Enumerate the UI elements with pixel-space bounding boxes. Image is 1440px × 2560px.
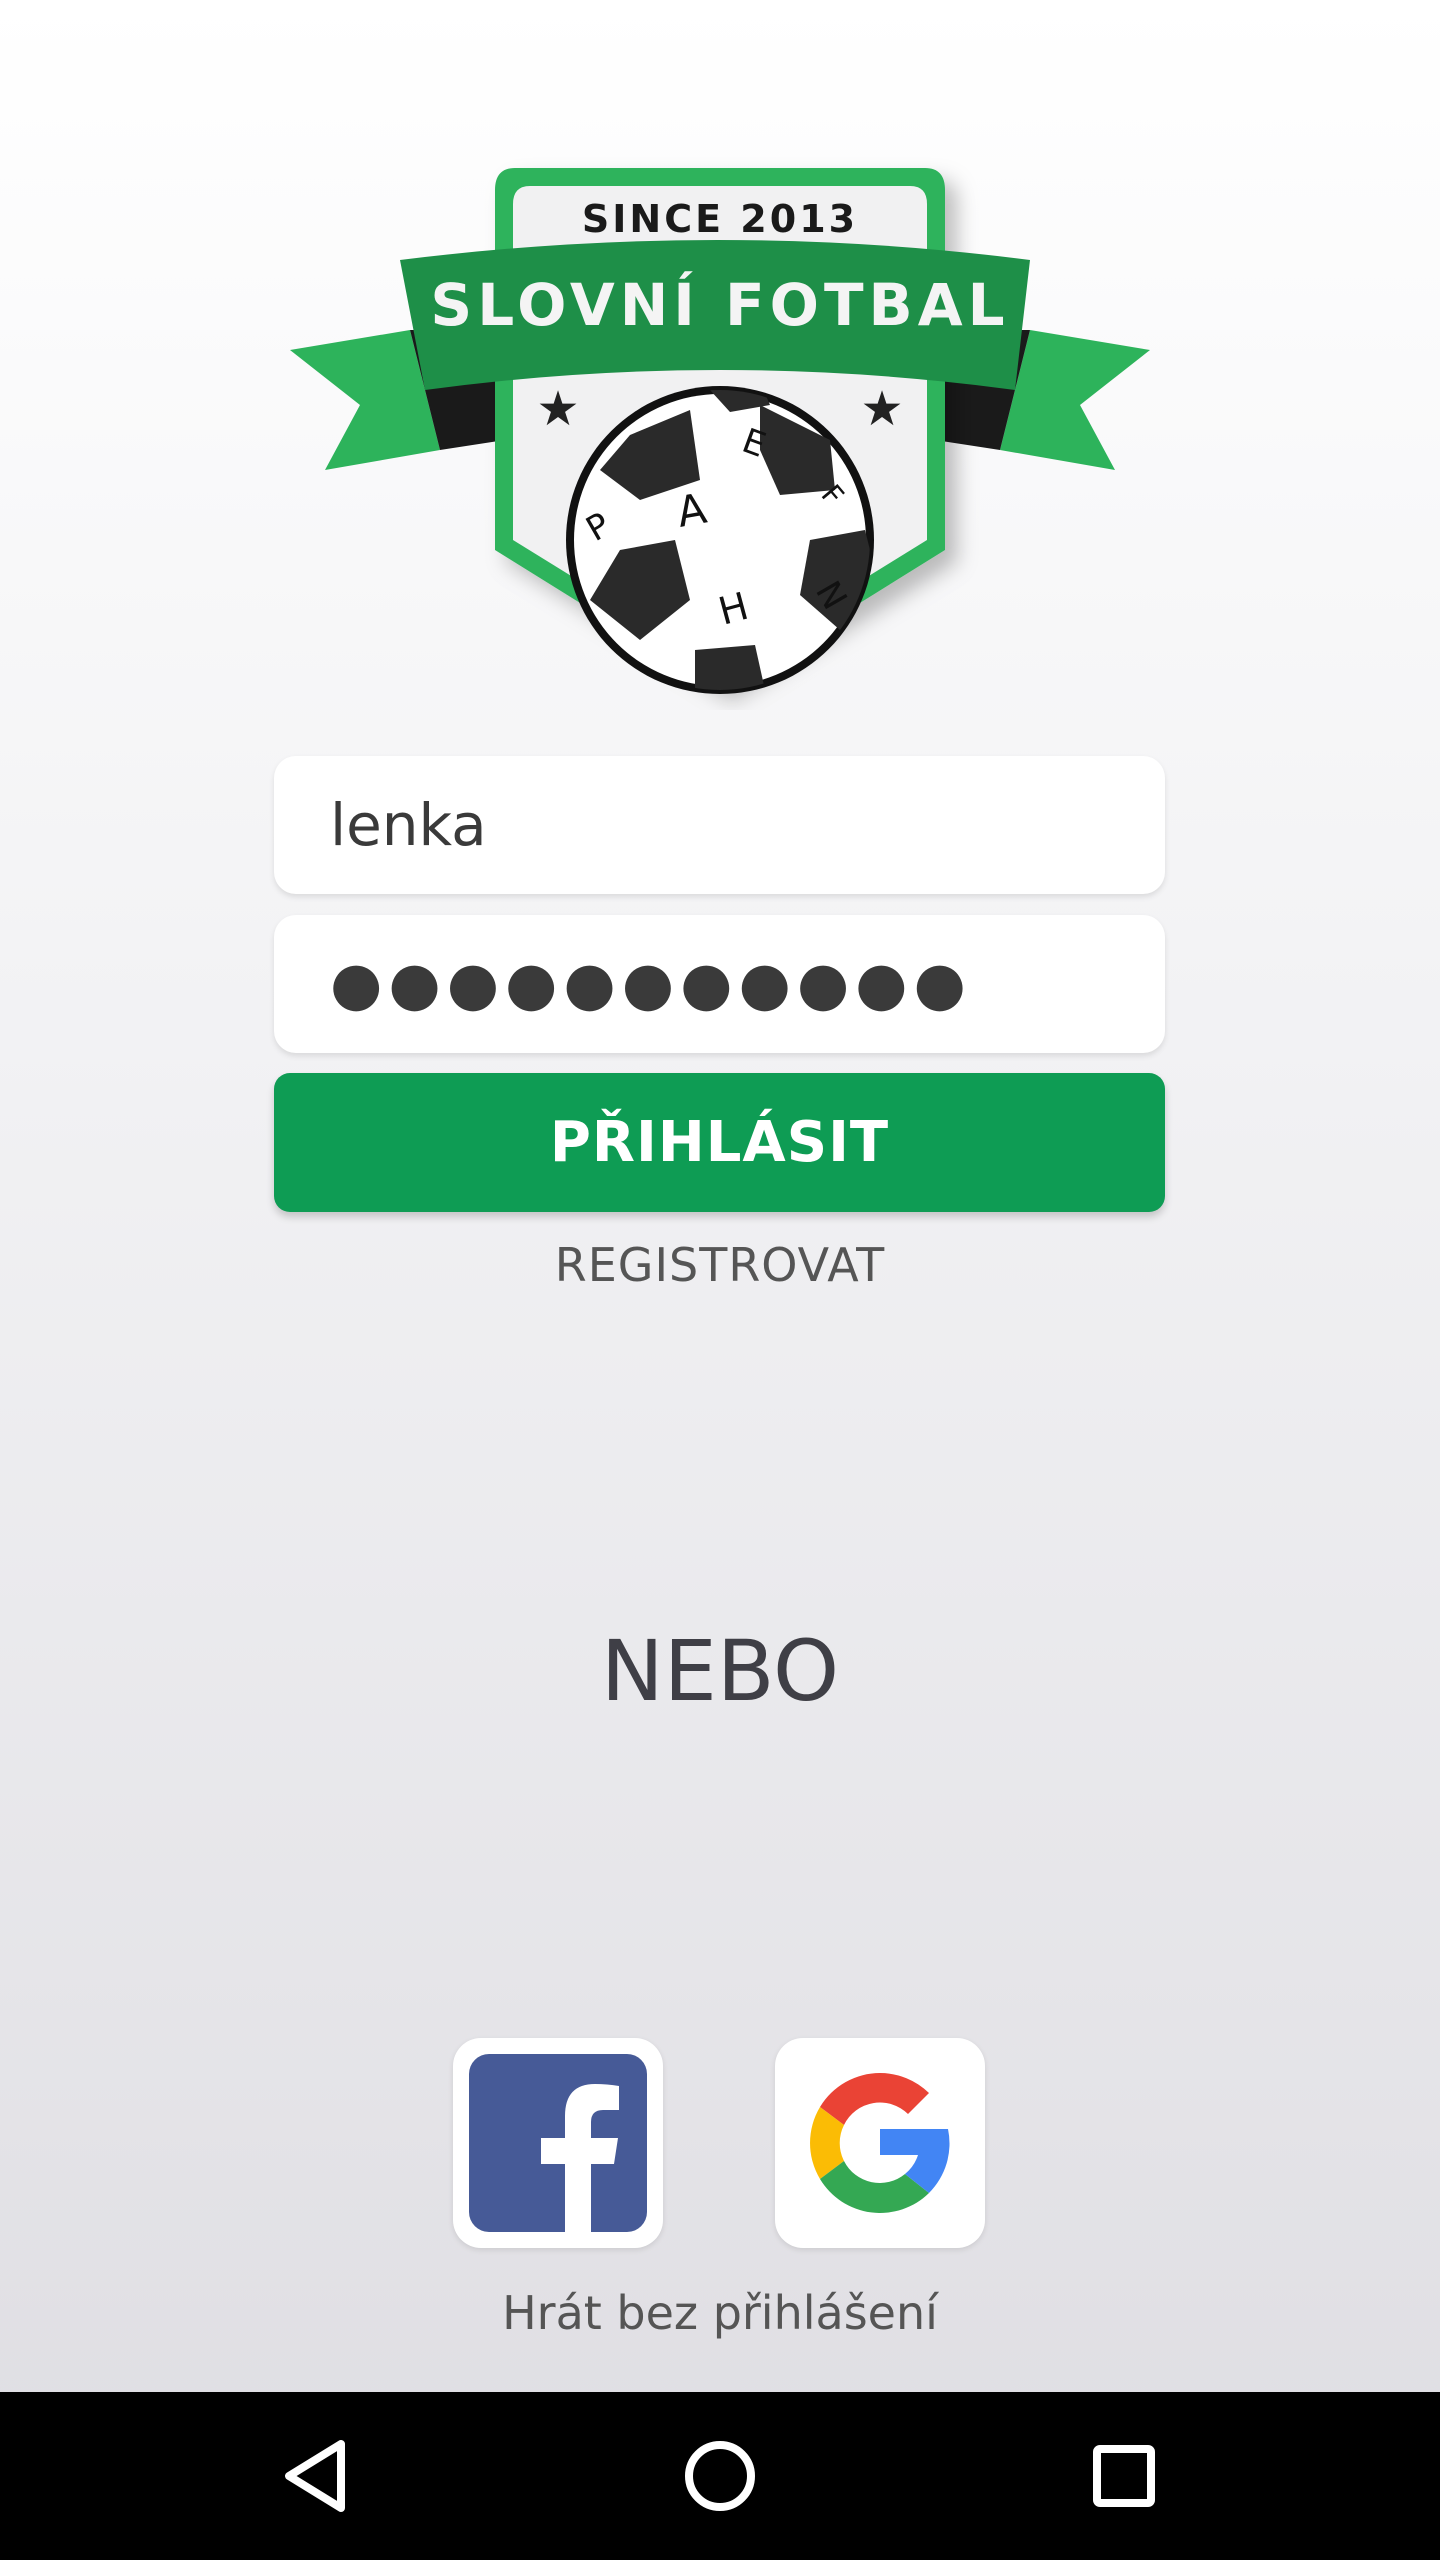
logo-star-icon: ★ <box>860 383 903 436</box>
home-circle-icon <box>685 2441 755 2511</box>
logo-star-icon: ★ <box>536 383 579 436</box>
login-button[interactable]: PŘIHLÁSIT <box>274 1073 1165 1212</box>
login-screen: SINCE 2013 SLOVNÍ FOTBAL ★ ★ E F P A N H… <box>0 0 1440 2392</box>
nav-back-button[interactable] <box>266 2426 366 2526</box>
register-link[interactable]: REGISTROVAT <box>0 1238 1440 1292</box>
facebook-logo-icon <box>469 2054 647 2232</box>
system-navigation-bar <box>0 2392 1440 2560</box>
nav-recents-button[interactable] <box>1074 2426 1174 2526</box>
google-logo-icon <box>810 2073 950 2213</box>
logo-title-text: SLOVNÍ FOTBAL <box>430 270 1009 339</box>
password-field[interactable] <box>274 915 1165 1053</box>
logo-since-text: SINCE 2013 <box>582 197 858 241</box>
app-logo: SINCE 2013 SLOVNÍ FOTBAL ★ ★ E F P A N H <box>290 150 1150 710</box>
username-field[interactable] <box>274 756 1165 894</box>
google-login-button[interactable] <box>775 2038 985 2248</box>
facebook-login-button[interactable] <box>453 2038 663 2248</box>
nav-home-button[interactable] <box>670 2426 770 2526</box>
recents-square-icon <box>1093 2445 1155 2507</box>
username-input[interactable] <box>330 791 1109 859</box>
password-input[interactable] <box>330 949 1109 1019</box>
back-triangle-icon <box>285 2440 345 2512</box>
or-divider-label: NEBO <box>600 1622 840 1720</box>
play-without-login-link[interactable]: Hrát bez přihlášení <box>0 2286 1440 2340</box>
